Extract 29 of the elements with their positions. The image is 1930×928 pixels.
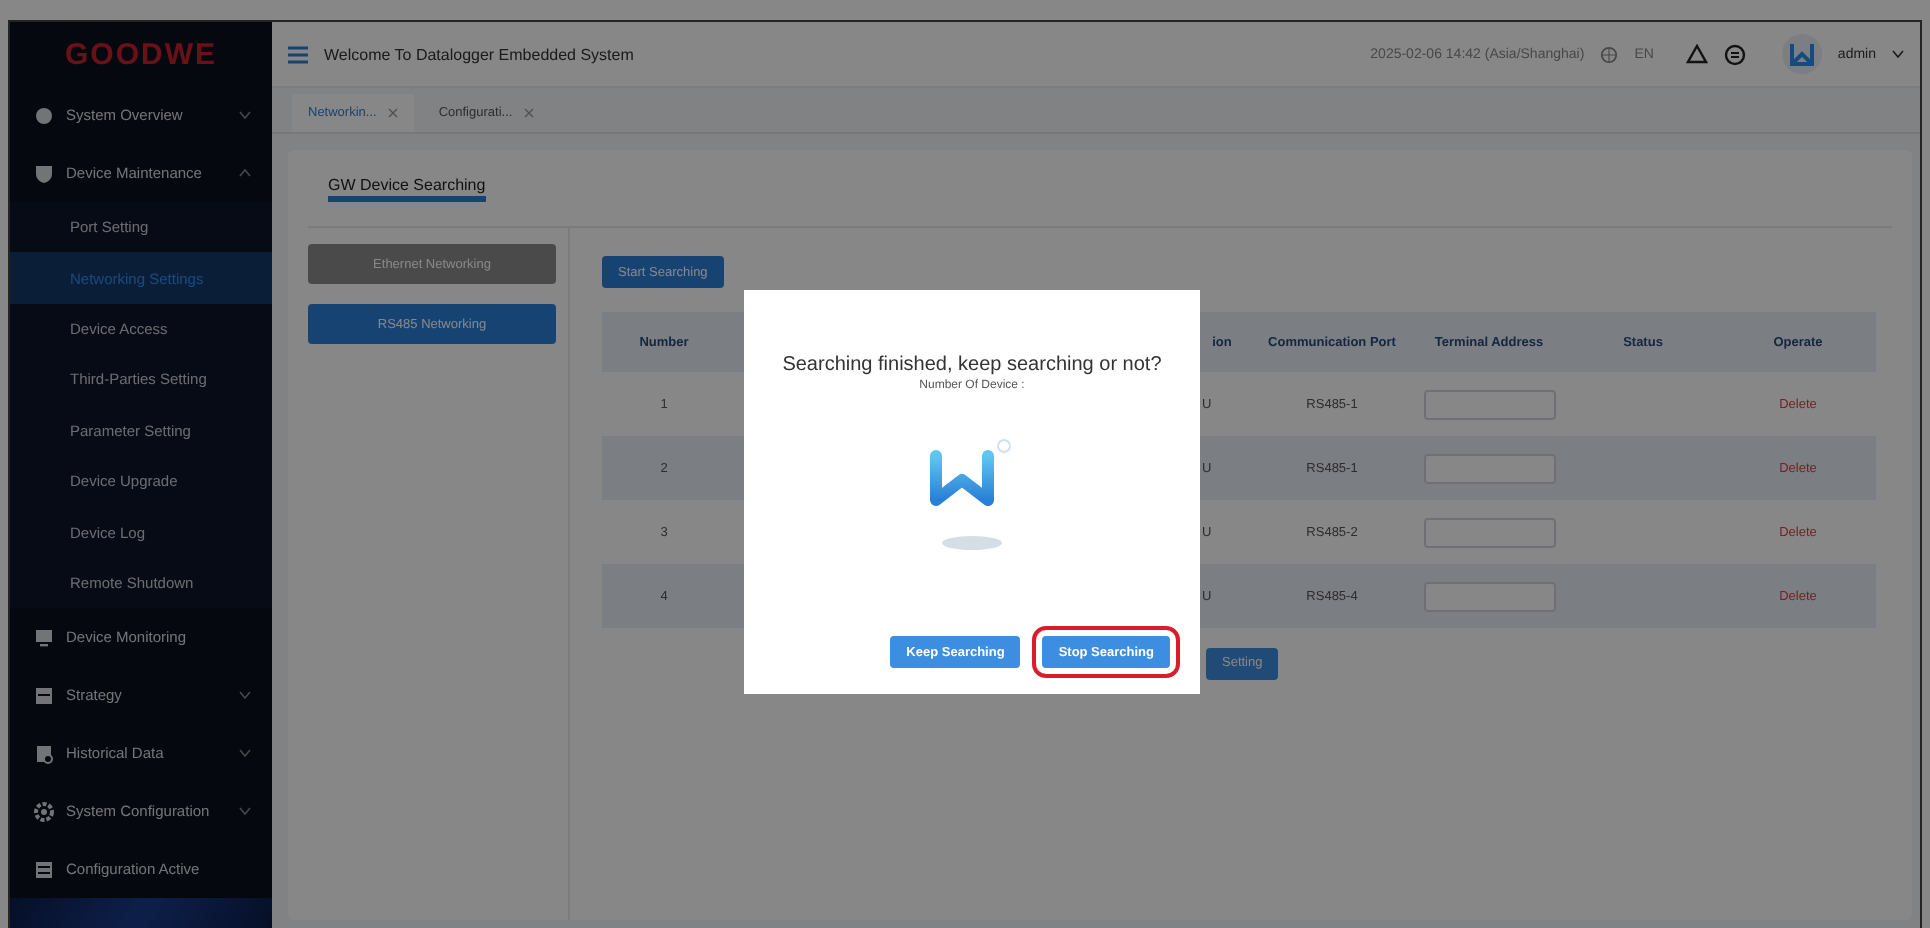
caret-icon[interactable]: [1892, 50, 1904, 58]
close-icon[interactable]: [388, 108, 399, 118]
chevron-icon: [238, 110, 252, 120]
chevron-icon: [238, 690, 252, 701]
settings-icon[interactable]: [1723, 43, 1746, 65]
bell-icon[interactable]: [1685, 44, 1708, 64]
terminal-address-field[interactable]: [1423, 581, 1555, 611]
menu-icon: [34, 801, 54, 822]
chevron-icon: [238, 168, 252, 178]
shadow-ellipse-icon: [942, 536, 1002, 550]
panel-title[interactable]: GW Device Searching: [328, 175, 486, 201]
menu-icon: [34, 743, 54, 764]
globe-icon[interactable]: [1600, 45, 1619, 63]
menu-icon[interactable]: [288, 45, 308, 63]
avatar-icon[interactable]: [1781, 34, 1822, 74]
chevron-icon: [238, 748, 252, 759]
menu-icon: [34, 163, 54, 183]
terminal-address-field[interactable]: [1423, 453, 1555, 483]
terminal-address-field[interactable]: [1423, 517, 1555, 547]
menu-icon: [34, 685, 54, 706]
header-title: Welcome To Datalogger Embedded System: [324, 45, 636, 63]
menu-icon: [34, 627, 54, 648]
goodwe-logo: GOODWE: [63, 35, 219, 75]
dialog-title: Searching finished, keep searching or not?: [782, 354, 1162, 376]
menu-icon: [34, 105, 54, 125]
close-icon[interactable]: [524, 108, 535, 118]
menu-icon: [34, 859, 54, 880]
chevron-icon: [238, 806, 252, 817]
terminal-address-field[interactable]: [1423, 389, 1555, 419]
